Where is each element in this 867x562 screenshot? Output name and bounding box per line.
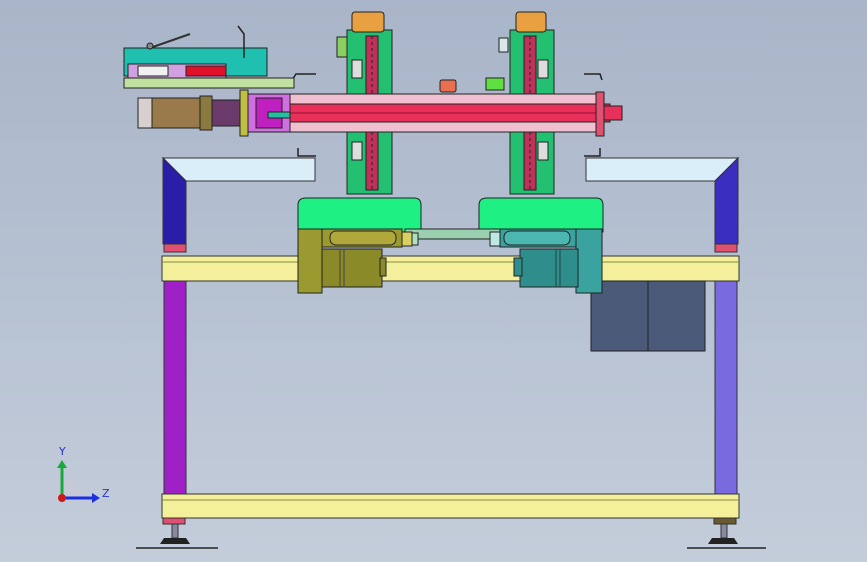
- post-right-band: [714, 243, 738, 253]
- assembly-drawing[interactable]: Y Z: [0, 0, 867, 562]
- foot-right[interactable]: [687, 517, 766, 549]
- control-box[interactable]: [590, 280, 706, 352]
- cradle-right[interactable]: [478, 197, 604, 233]
- x-axis-dot: [58, 494, 66, 502]
- z-axis-arrow: [92, 493, 100, 503]
- coordinate-triad: Y Z: [57, 445, 110, 503]
- top-block-left: [439, 79, 457, 93]
- clamp-lever[interactable]: [146, 33, 191, 50]
- middle-rail[interactable]: [161, 255, 740, 282]
- post-left[interactable]: [163, 280, 187, 496]
- drive-plate[interactable]: [123, 47, 295, 89]
- linkage-bar[interactable]: [404, 228, 501, 240]
- foot-left[interactable]: [136, 517, 218, 549]
- coupling[interactable]: [239, 89, 291, 137]
- y-axis-arrow: [57, 460, 67, 468]
- cradle-left[interactable]: [297, 197, 422, 233]
- y-axis-label: Y: [58, 445, 66, 458]
- post-left-band: [163, 243, 187, 253]
- cad-viewport[interactable]: Y Z: [0, 0, 867, 562]
- top-block-right: [485, 77, 505, 91]
- z-axis-label: Z: [102, 487, 110, 500]
- bottom-rail[interactable]: [161, 493, 740, 519]
- main-shaft[interactable]: [289, 91, 623, 137]
- top-beam-right[interactable]: [585, 156, 740, 245]
- top-beam-left[interactable]: [161, 156, 316, 245]
- servo-motor[interactable]: [137, 95, 241, 131]
- post-right[interactable]: [714, 280, 738, 496]
